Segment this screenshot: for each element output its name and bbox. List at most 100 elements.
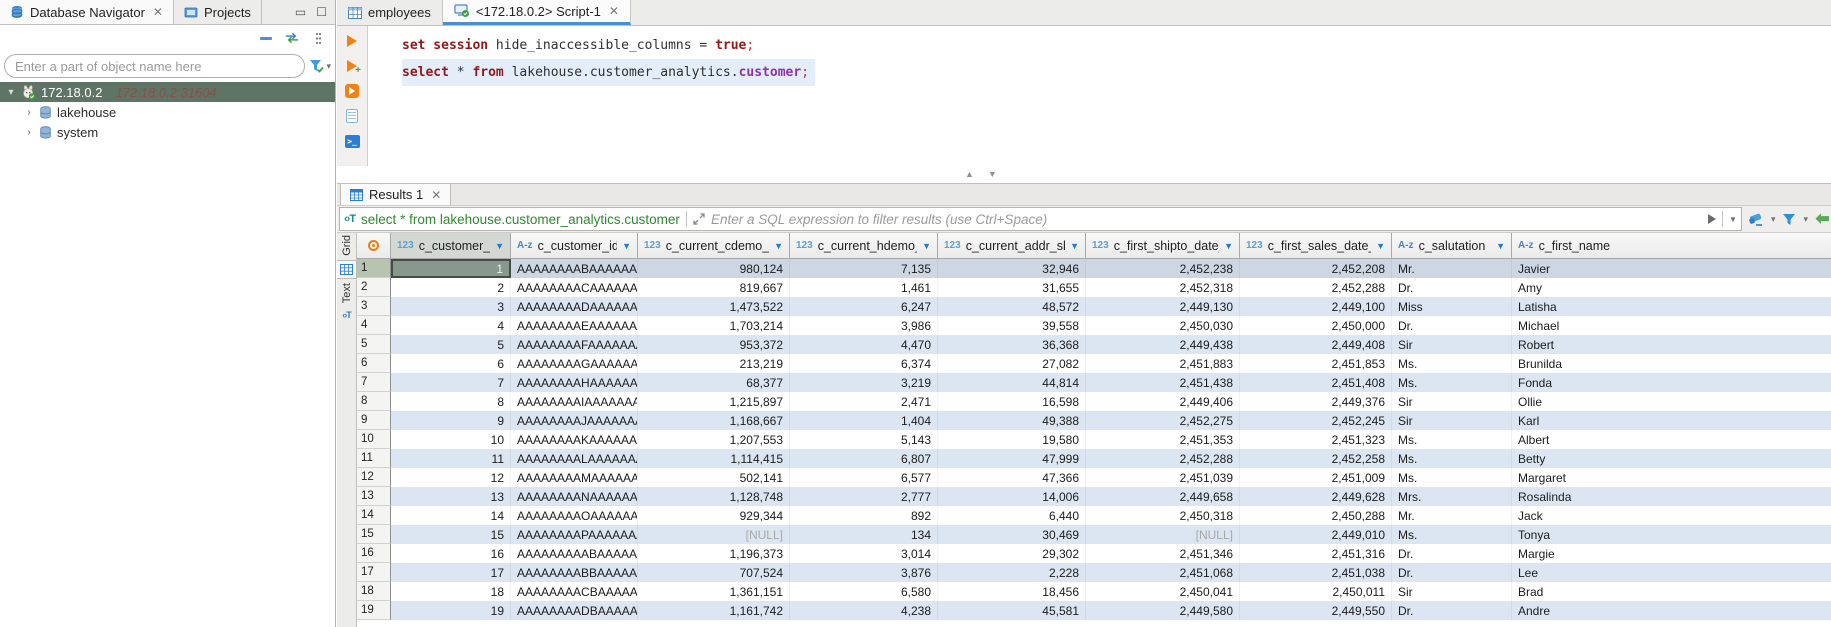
- grid-cell[interactable]: 11: [391, 449, 511, 468]
- grid-cell[interactable]: Andre: [1512, 601, 1831, 620]
- close-icon[interactable]: ✕: [153, 5, 163, 19]
- execute-new-tab-icon[interactable]: +: [344, 58, 360, 74]
- row-number[interactable]: 2: [357, 278, 391, 297]
- grid-cell[interactable]: Ms.: [1392, 373, 1512, 392]
- grid-cell[interactable]: 2: [391, 278, 511, 297]
- filter-history-dropdown-icon[interactable]: ▼: [1729, 215, 1737, 224]
- grid-cell[interactable]: 2,451,353: [1086, 430, 1240, 449]
- grid-header-cell[interactable]: 123c_current_addr_sk▼: [938, 233, 1086, 259]
- grid-cell[interactable]: Sir: [1392, 335, 1512, 354]
- grid-cell[interactable]: 19,580: [938, 430, 1086, 449]
- tab-script-1[interactable]: <172.18.0.2> Script-1 ✕: [443, 0, 631, 25]
- grid-cell[interactable]: 5,143: [790, 430, 938, 449]
- navigator-filter[interactable]: ▾: [309, 59, 331, 73]
- grid-cell[interactable]: 1,207,553: [638, 430, 790, 449]
- grid-cell[interactable]: 2,449,376: [1240, 392, 1392, 411]
- grid-cell[interactable]: 707,524: [638, 563, 790, 582]
- grid-cell[interactable]: 1,128,748: [638, 487, 790, 506]
- grid-cell[interactable]: Betty: [1512, 449, 1831, 468]
- grid-cell[interactable]: Miss: [1392, 297, 1512, 316]
- grid-cell[interactable]: Amy: [1512, 278, 1831, 297]
- row-number[interactable]: 18: [357, 582, 391, 601]
- expand-filter-icon[interactable]: [693, 213, 705, 225]
- grid-cell[interactable]: Ms.: [1392, 525, 1512, 544]
- grid-cell[interactable]: 1,461: [790, 278, 938, 297]
- grid-cell[interactable]: 2,777: [790, 487, 938, 506]
- grid-cell[interactable]: Mrs.: [1392, 487, 1512, 506]
- execute-script-icon[interactable]: [344, 83, 360, 99]
- grid-cell[interactable]: 2,452,275: [1086, 411, 1240, 430]
- grid-cell[interactable]: 45,581: [938, 601, 1086, 620]
- grid-cell[interactable]: Ms.: [1392, 468, 1512, 487]
- chevron-expanded-icon[interactable]: ▾: [6, 87, 16, 98]
- grid-cell[interactable]: AAAAAAAADBAAAAAA: [511, 601, 638, 620]
- grid-cell[interactable]: 3,986: [790, 316, 938, 335]
- grid-cell[interactable]: AAAAAAAALAAAAAAA: [511, 449, 638, 468]
- grid-cell[interactable]: Tonya: [1512, 525, 1831, 544]
- grid-cell[interactable]: 2,450,000: [1240, 316, 1392, 335]
- grid-cell[interactable]: 1,114,415: [638, 449, 790, 468]
- grid-cell[interactable]: 2,449,406: [1086, 392, 1240, 411]
- row-number[interactable]: 7: [357, 373, 391, 392]
- grid-cell[interactable]: 5: [391, 335, 511, 354]
- collapse-up-icon[interactable]: ▲: [965, 169, 974, 179]
- grid-cell[interactable]: AAAAAAAAMAAAAAAA: [511, 468, 638, 487]
- grid-header-cell[interactable]: A-zc_customer_id▼: [511, 233, 638, 259]
- grid-cell[interactable]: AAAAAAAACBAAAAAA: [511, 582, 638, 601]
- grid-cell[interactable]: 1,215,897: [638, 392, 790, 411]
- grid-cell[interactable]: 47,999: [938, 449, 1086, 468]
- grid-cell[interactable]: 819,667: [638, 278, 790, 297]
- grid-cell[interactable]: AAAAAAAAFAAAAAAA: [511, 335, 638, 354]
- grid-cell[interactable]: Rosalinda: [1512, 487, 1831, 506]
- column-filter-dropdown-icon[interactable]: ▼: [922, 241, 931, 251]
- grid-cell[interactable]: Brad: [1512, 582, 1831, 601]
- grid-cell[interactable]: Dr.: [1392, 544, 1512, 563]
- grid-cell[interactable]: AAAAAAAADAAAAAAA: [511, 297, 638, 316]
- grid-cell[interactable]: Brunilda: [1512, 354, 1831, 373]
- grid-cell[interactable]: 929,344: [638, 506, 790, 525]
- grid-cell[interactable]: 2,449,010: [1240, 525, 1392, 544]
- grid-cell[interactable]: 2,452,318: [1086, 278, 1240, 297]
- column-filter-dropdown-icon[interactable]: ▼: [1496, 241, 1505, 251]
- grid-cell[interactable]: 2,452,238: [1086, 259, 1240, 278]
- grid-cell[interactable]: Fonda: [1512, 373, 1831, 392]
- grid-cell[interactable]: 2,450,041: [1086, 582, 1240, 601]
- grid-cell[interactable]: Ms.: [1392, 449, 1512, 468]
- grid-cell[interactable]: 2,471: [790, 392, 938, 411]
- grid-header-cell[interactable]: 123c_customer_sk▼: [391, 233, 511, 259]
- column-filter-dropdown-icon[interactable]: ▼: [622, 241, 631, 251]
- grid-cell[interactable]: 36,368: [938, 335, 1086, 354]
- grid-cell[interactable]: 16: [391, 544, 511, 563]
- grid-cell[interactable]: 12: [391, 468, 511, 487]
- grid-cell[interactable]: Margaret: [1512, 468, 1831, 487]
- grid-cell[interactable]: 10: [391, 430, 511, 449]
- chevron-collapsed-icon[interactable]: ›: [24, 127, 34, 138]
- row-number[interactable]: 12: [357, 468, 391, 487]
- sql-code[interactable]: set session hide_inaccessible_columns = …: [368, 26, 1831, 166]
- grid-cell[interactable]: 892: [790, 506, 938, 525]
- grid-cell[interactable]: 6,580: [790, 582, 938, 601]
- chevron-down-icon[interactable]: ▾: [1771, 214, 1776, 225]
- grid-cell[interactable]: 7,135: [790, 259, 938, 278]
- chevron-down-icon[interactable]: ▾: [1803, 214, 1808, 225]
- grid-cell[interactable]: Albert: [1512, 430, 1831, 449]
- grid-cell[interactable]: 14: [391, 506, 511, 525]
- minimize-icon[interactable]: ▭: [295, 5, 306, 19]
- grid-header-cell[interactable]: 123c_first_sales_date_sk▼: [1240, 233, 1392, 259]
- tree-item-lakehouse[interactable]: › lakehouse: [0, 102, 335, 122]
- tree-item-system[interactable]: › system: [0, 122, 335, 142]
- grid-cell[interactable]: AAAAAAAACAAAAAAA: [511, 278, 638, 297]
- grid-header-cell[interactable]: A-zc_first_name▼: [1512, 233, 1831, 259]
- row-number[interactable]: 14: [357, 506, 391, 525]
- grid-cell[interactable]: Dr.: [1392, 563, 1512, 582]
- grid-cell[interactable]: AAAAAAAABAAAAAAA: [511, 259, 638, 278]
- grid-cell[interactable]: 2,451,346: [1086, 544, 1240, 563]
- grid-cell[interactable]: 6,440: [938, 506, 1086, 525]
- row-number[interactable]: 6: [357, 354, 391, 373]
- row-number[interactable]: 4: [357, 316, 391, 335]
- grid-cell[interactable]: 2,449,408: [1240, 335, 1392, 354]
- grid-cell[interactable]: 30,469: [938, 525, 1086, 544]
- grid-cell[interactable]: 2,449,628: [1240, 487, 1392, 506]
- grid-cell[interactable]: 2,449,658: [1086, 487, 1240, 506]
- row-number[interactable]: 19: [357, 601, 391, 620]
